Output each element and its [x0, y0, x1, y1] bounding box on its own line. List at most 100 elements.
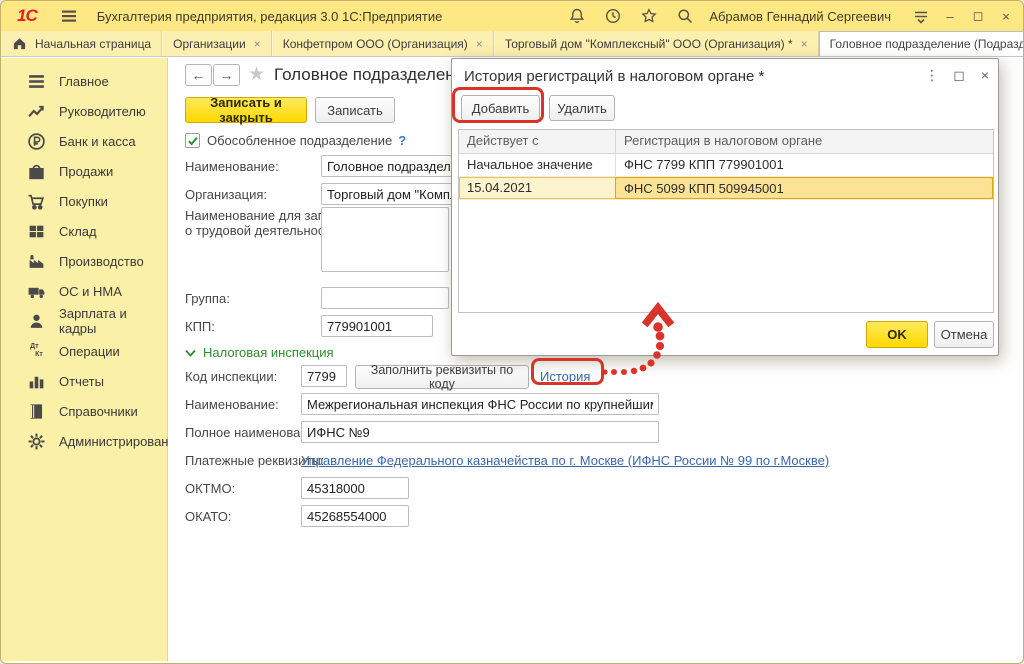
inspection-name-input[interactable]: [301, 393, 659, 415]
help-link[interactable]: ?: [398, 133, 406, 148]
maximize-button[interactable]: ◻: [967, 6, 989, 26]
save-and-close-button[interactable]: Записать и закрыть: [185, 97, 307, 123]
minimize-button[interactable]: –: [939, 6, 961, 26]
bag-icon: [27, 162, 46, 181]
sidebar-item-prodazhi[interactable]: Продажи: [1, 156, 167, 186]
add-button[interactable]: Добавить: [461, 95, 540, 121]
kpp-input[interactable]: [321, 315, 433, 337]
kpp-label: КПП:: [185, 319, 215, 334]
ruble-icon: [27, 132, 46, 151]
dialog-title: История регистраций в налоговом органе *: [464, 68, 764, 85]
more-actions-icon[interactable]: ⋮: [923, 67, 941, 84]
cell-date: 15.04.2021: [459, 177, 615, 199]
cancel-button[interactable]: Отмена: [934, 321, 994, 348]
tab-close-icon[interactable]: ×: [254, 37, 261, 51]
oktmo-input[interactable]: [301, 477, 409, 499]
tab-label: Организации: [173, 37, 246, 51]
table-row-selected[interactable]: 15.04.2021 ФНС 5099 КПП 509945001: [459, 177, 993, 200]
cell-date: Начальное значение: [459, 154, 615, 176]
favorite-toggle-star-icon[interactable]: ★: [248, 63, 265, 86]
menu-icon: [27, 72, 46, 91]
sidebar-item-operacii[interactable]: ДтКт Операции: [1, 336, 167, 366]
sidebar-item-zarplata-i-kadry[interactable]: Зарплата и кадры: [1, 306, 167, 336]
sidebar-label: Склад: [59, 224, 97, 239]
sidebar-label: Администрирование: [59, 434, 183, 449]
gear-icon: [27, 432, 46, 451]
sidebar-item-otchety[interactable]: Отчеты: [1, 366, 167, 396]
tab-home[interactable]: Начальная страница: [1, 31, 162, 56]
group-input[interactable]: [321, 287, 449, 309]
app-title: Бухгалтерия предприятия, редакция 3.0 1С…: [97, 9, 443, 24]
sidebar-item-administrirovanie[interactable]: Администрирование: [1, 426, 167, 456]
sidebar-item-bank-i-kassa[interactable]: Банк и касса: [1, 126, 167, 156]
service-menu-icon[interactable]: [912, 7, 930, 25]
tab-label: Конфетпром ООО (Организация): [283, 37, 468, 51]
column-header-registration[interactable]: Регистрация в налоговом органе: [615, 130, 993, 153]
close-button[interactable]: ×: [995, 6, 1017, 26]
home-icon: [12, 36, 27, 51]
current-user[interactable]: Абрамов Геннадий Сергеевич: [709, 9, 891, 24]
cell-registration: ФНС 7799 КПП 779901001: [615, 154, 993, 176]
payment-details-link[interactable]: Управление Федерального казначейства по …: [301, 453, 829, 468]
sidebar: Главное Руководителю Банк и касса Продаж…: [1, 58, 168, 661]
tab-close-icon[interactable]: ×: [801, 37, 808, 51]
bar-chart-icon: [27, 372, 46, 391]
sidebar-item-sklad[interactable]: Склад: [1, 216, 167, 246]
sidebar-item-rukovoditelyu[interactable]: Руководителю: [1, 96, 167, 126]
tab-label: Торговый дом "Комплексный" ООО (Организа…: [505, 37, 793, 51]
tab-label: Начальная страница: [35, 37, 151, 51]
dialog-close-icon[interactable]: ×: [976, 67, 994, 83]
inspection-name-label: Наименование:: [185, 397, 279, 412]
back-button[interactable]: ←: [185, 64, 212, 86]
forward-button[interactable]: →: [213, 64, 240, 86]
sidebar-label: Справочники: [59, 404, 138, 419]
tab-bar: Начальная страница Организации × Конфетп…: [1, 31, 1023, 57]
sidebar-item-os-i-nma[interactable]: ОС и НМА: [1, 276, 167, 306]
truck-icon: [27, 282, 46, 301]
tab-konfetprom[interactable]: Конфетпром ООО (Организация) ×: [272, 31, 494, 56]
tab-close-icon[interactable]: ×: [476, 37, 483, 51]
favorites-star-icon[interactable]: [640, 7, 658, 25]
sidebar-item-proizvodstvo[interactable]: Производство: [1, 246, 167, 276]
delete-button[interactable]: Удалить: [549, 95, 615, 121]
table-row[interactable]: Начальное значение ФНС 7799 КПП 77990100…: [459, 154, 993, 177]
chevron-down-icon: [185, 349, 196, 357]
tax-inspection-section-header[interactable]: Налоговая инспекция: [185, 345, 334, 360]
save-button[interactable]: Записать: [315, 97, 395, 123]
sidebar-label: ОС и НМА: [59, 284, 122, 299]
history-link[interactable]: История: [540, 369, 590, 384]
sidebar-item-glavnoe[interactable]: Главное: [1, 66, 167, 96]
dialog-maximize-icon[interactable]: ◻: [950, 67, 968, 84]
tab-torgovy-dom[interactable]: Торговый дом "Комплексный" ООО (Организа…: [494, 31, 819, 56]
main-menu-icon[interactable]: [60, 7, 78, 25]
fill-by-code-button[interactable]: Заполнить реквизиты по коду: [355, 365, 529, 389]
sidebar-label: Банк и касса: [59, 134, 136, 149]
title-bar: 1С Бухгалтерия предприятия, редакция 3.0…: [1, 1, 1023, 31]
registration-history-dialog: История регистраций в налоговом органе *…: [451, 58, 999, 356]
oktmo-label: ОКТМО:: [185, 481, 235, 496]
cell-registration: ФНС 5099 КПП 509945001: [615, 177, 993, 199]
app-window: 1С Бухгалтерия предприятия, редакция 3.0…: [0, 0, 1024, 664]
page-title: Головное подразделение: [274, 65, 474, 85]
tab-golovnoe-podrazdelenie[interactable]: Головное подразделение (Подразделение) ×: [819, 31, 1024, 56]
dtkt-icon: ДтКт: [27, 342, 46, 361]
notifications-bell-icon[interactable]: [568, 7, 586, 25]
sidebar-label: Зарплата и кадры: [59, 306, 167, 336]
inspection-code-label: Код инспекции:: [185, 369, 277, 384]
sidebar-item-spravochniki[interactable]: Справочники: [1, 396, 167, 426]
full-name-input[interactable]: [301, 421, 659, 443]
tab-organizations[interactable]: Организации ×: [162, 31, 272, 56]
okato-input[interactable]: [301, 505, 409, 527]
ok-button[interactable]: OK: [866, 321, 928, 348]
labor-records-textarea[interactable]: [321, 207, 449, 272]
grid-icon: [27, 222, 46, 241]
history-clock-icon[interactable]: [604, 7, 622, 25]
sidebar-item-pokupki[interactable]: Покупки: [1, 186, 167, 216]
column-header-date[interactable]: Действует с: [459, 130, 615, 153]
registration-history-table: Действует с Регистрация в налоговом орга…: [458, 129, 994, 313]
separate-division-checkbox[interactable]: [185, 133, 200, 148]
search-icon[interactable]: [676, 7, 694, 25]
person-icon: [27, 312, 46, 331]
sidebar-label: Руководителю: [59, 104, 146, 119]
inspection-code-input[interactable]: [301, 365, 347, 387]
